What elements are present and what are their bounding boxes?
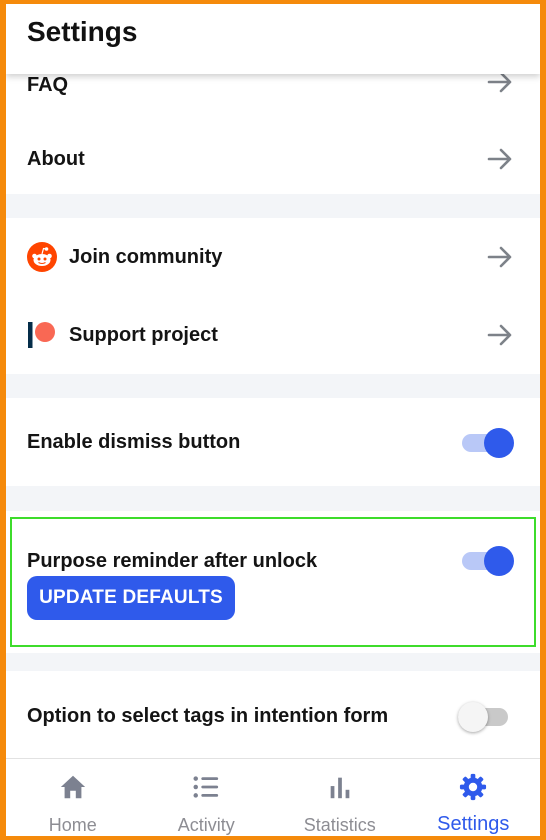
support-project-row[interactable]: Support project [6,300,540,370]
nav-statistics[interactable]: Statistics [273,759,407,836]
page-title: Settings [27,16,138,47]
join-community-row[interactable]: Join community [6,222,540,292]
about-label: About [27,147,85,170]
arrow-right-icon [487,246,512,268]
select-tags-label: Option to select tags in intention form [27,704,389,727]
tags-card: Option to select tags in intention form [6,671,540,761]
settings-screen: Settings FAQ About Join community Suppor… [6,4,540,836]
select-tags-toggle[interactable] [458,700,510,732]
select-tags-row: Option to select tags in intention form [6,681,540,751]
support-project-label: Support project [69,323,218,346]
nav-home-label: Home [48,815,97,835]
about-row[interactable]: About [6,124,540,194]
home-icon [60,775,85,799]
gear-icon [460,773,487,801]
faq-label: FAQ [27,74,69,96]
nav-statistics-label: Statistics [303,815,376,835]
app-header: Settings [6,4,540,74]
patreon-icon [28,322,55,348]
toggle-knob [458,702,488,732]
nav-activity-label: Activity [177,815,235,835]
bottom-nav: Home Activity Statistics Settings [6,758,540,836]
enable-dismiss-label: Enable dismiss button [27,430,241,453]
nav-activity[interactable]: Activity [140,759,274,836]
dismiss-card: Enable dismiss button [6,398,540,486]
enable-dismiss-toggle[interactable] [462,426,514,458]
nav-settings[interactable]: Settings [407,759,541,836]
update-defaults-button[interactable]: UPDATE DEFAULTS [27,576,235,620]
nav-home[interactable]: Home [6,759,140,836]
community-card: Join community Support project [6,218,540,374]
enable-dismiss-row: Enable dismiss button [6,407,540,477]
list-icon [193,776,219,798]
arrow-right-icon [487,324,512,346]
toggle-knob [484,428,514,458]
arrow-right-icon [487,148,512,170]
join-community-label: Join community [69,245,223,268]
nav-settings-label: Settings [437,813,510,835]
bar-chart-icon [330,777,350,799]
reddit-icon [27,242,57,272]
